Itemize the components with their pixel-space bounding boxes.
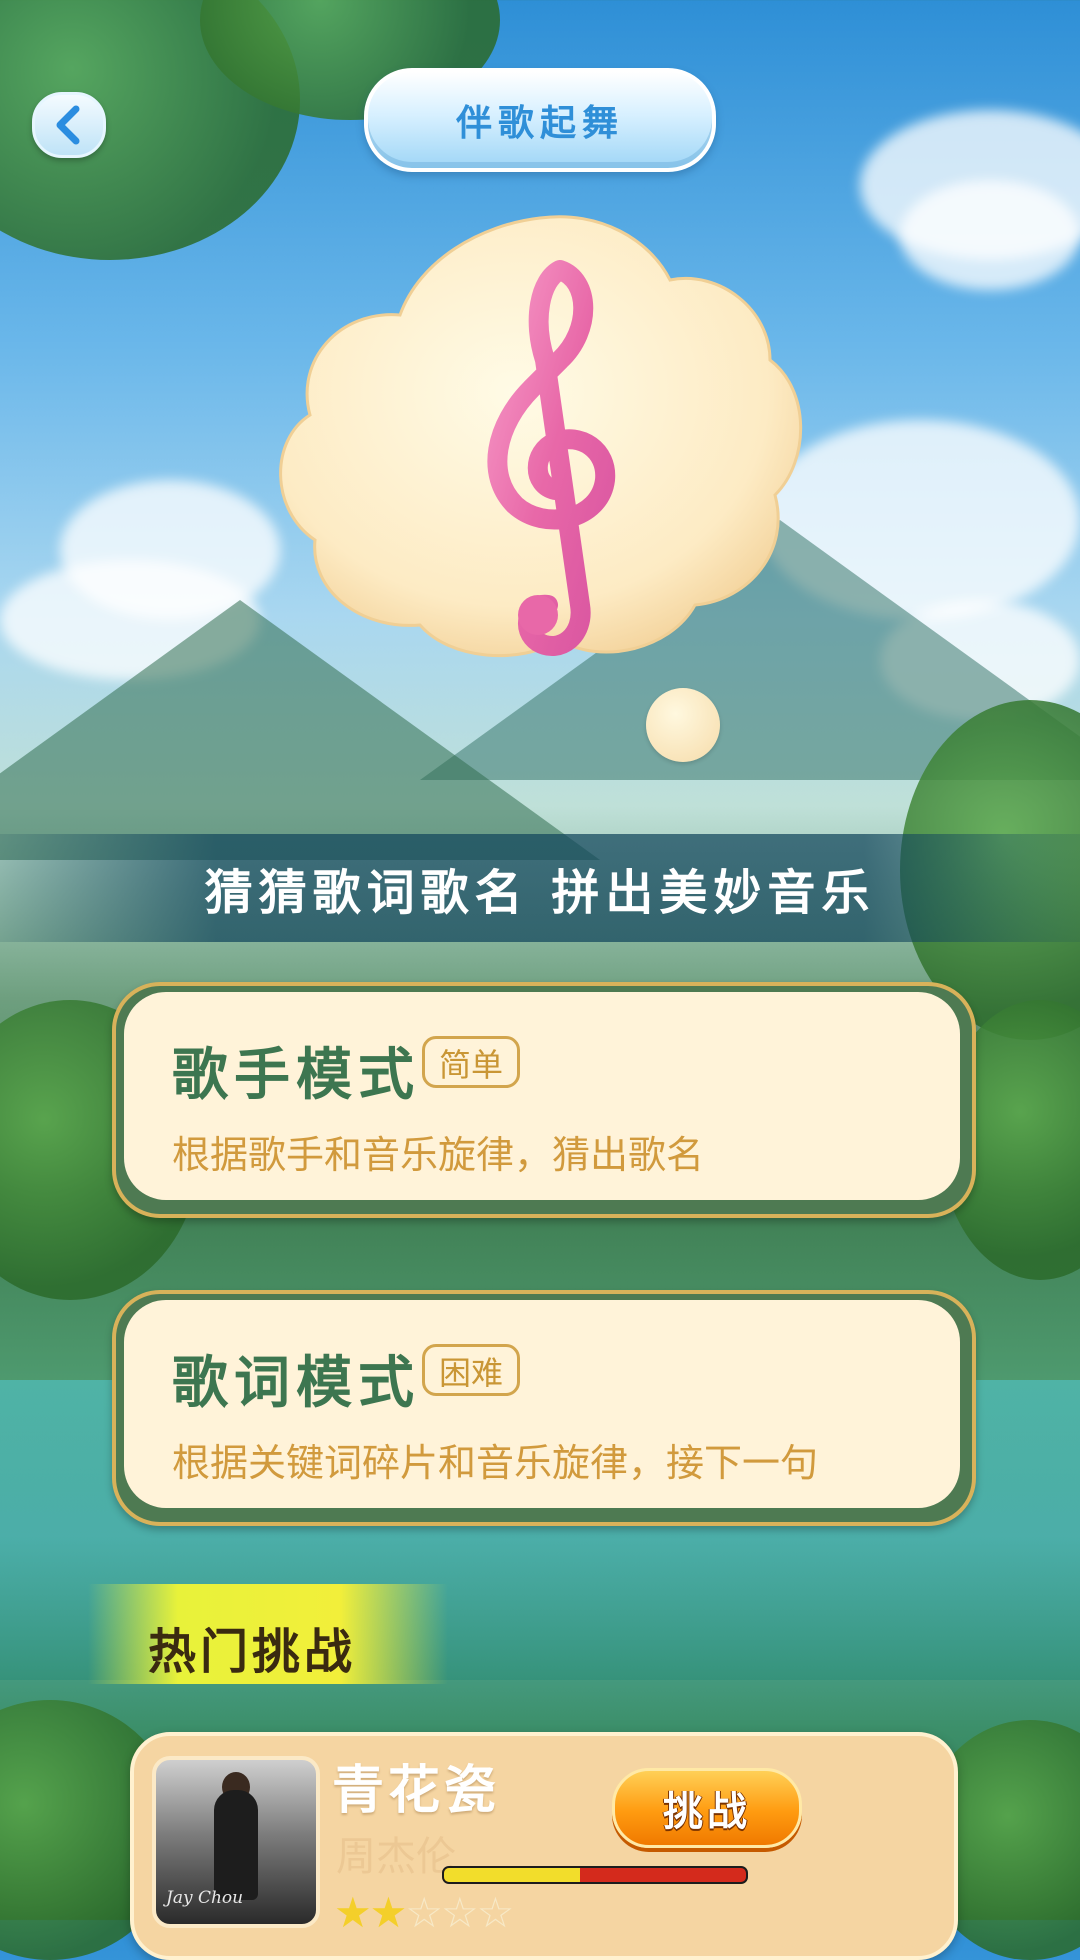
challenge-button[interactable]: 挑战 [612,1768,802,1848]
thought-bubble-small [646,688,720,762]
hot-challenge-heading: 热门挑战 [148,1624,357,1680]
album-cover-text: Jay Chou [166,1888,244,1908]
song-title: 青花瓷 [332,1760,501,1821]
difficulty-badge: 困难 [422,1344,521,1396]
mode-card-lyrics[interactable]: 歌词模式 困难 根据关键词碎片和音乐旋律，接下一句 [112,1290,976,1526]
page-title: 伴歌起舞 [364,68,716,172]
song-card[interactable]: Jay Chou 青花瓷 周杰伦 ★★☆☆☆ [130,1732,958,1960]
star-empty-icon: ☆ [476,1888,515,1937]
album-cover: Jay Chou [152,1756,320,1928]
star-empty-icon: ☆ [440,1888,479,1937]
slogan-text: 猜猜歌词歌名 拼出美妙音乐 [204,865,876,921]
thought-cloud [279,215,803,658]
star-filled-icon: ★ [369,1888,408,1937]
mode-card-singer[interactable]: 歌手模式 简单 根据歌手和音乐旋律，猜出歌名 [112,982,976,1218]
mode-title: 歌词模式 [172,1350,420,1416]
star-empty-icon: ☆ [405,1888,443,1937]
progress-bar [442,1866,748,1884]
chevron-left-icon [56,105,80,145]
star-filled-icon: ★ [334,1888,372,1937]
difficulty-stars: ★★☆☆☆ [334,1888,515,1937]
mode-description: 根据关键词碎片和音乐旋律，接下一句 [172,1441,819,1485]
progress-fill [444,1868,580,1882]
mode-description: 根据歌手和音乐旋律，猜出歌名 [172,1133,705,1177]
mode-title: 歌手模式 [172,1042,420,1108]
song-artist: 周杰伦 [336,1834,456,1880]
slogan-banner: 猜猜歌词歌名 拼出美妙音乐 [0,834,1080,942]
difficulty-badge: 简单 [422,1036,521,1088]
back-button[interactable] [32,92,106,158]
